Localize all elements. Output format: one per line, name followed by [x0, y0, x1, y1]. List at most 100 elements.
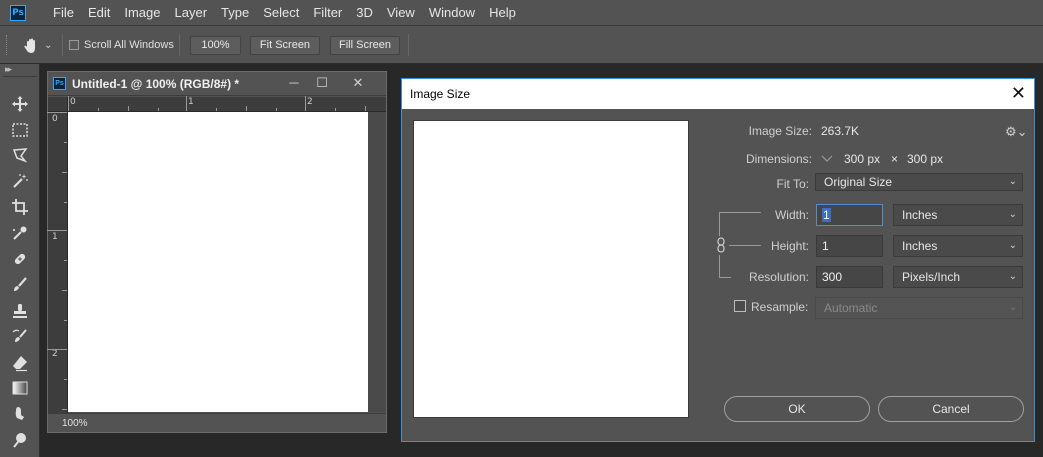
- ruler-origin[interactable]: [48, 97, 68, 112]
- resolution-value: 300: [822, 270, 843, 284]
- resample-checkbox[interactable]: [734, 300, 746, 312]
- ruler-tick: [47, 230, 67, 231]
- move-tool-icon[interactable]: [9, 93, 31, 115]
- canvas-area[interactable]: [68, 112, 386, 412]
- image-size-value: 263.7K: [821, 124, 860, 138]
- tools-panel: ▸▸: [0, 64, 40, 457]
- height-input[interactable]: 1: [816, 235, 883, 257]
- ruler-tick: [276, 108, 277, 111]
- vertical-ruler[interactable]: 0 1 2: [47, 112, 68, 418]
- ruler-tick: [64, 142, 67, 143]
- crop-tool-icon[interactable]: [9, 196, 31, 218]
- ok-button[interactable]: OK: [724, 396, 870, 422]
- resolution-unit-select[interactable]: Pixels/Inch ⌄: [893, 266, 1023, 288]
- close-icon[interactable]: ✕: [1011, 83, 1026, 103]
- document-status-bar: 100%: [48, 413, 386, 432]
- menu-3d[interactable]: 3D: [349, 0, 380, 26]
- menu-filter[interactable]: Filter: [306, 0, 349, 26]
- resolution-input[interactable]: 300: [816, 266, 883, 288]
- smudge-tool-icon[interactable]: [9, 403, 31, 425]
- gradient-tool-icon[interactable]: [9, 377, 31, 399]
- chevron-down-icon: ⌄: [1008, 209, 1017, 220]
- resolution-label: Resolution:: [748, 270, 809, 284]
- resample-method-value: Automatic: [824, 301, 878, 315]
- dimensions-chevron-down-icon[interactable]: [821, 154, 833, 164]
- menu-image[interactable]: Image: [117, 0, 167, 26]
- resample-method-select: Automatic ⌄: [815, 297, 1023, 319]
- horizontal-ruler[interactable]: 0 1 2: [68, 96, 386, 112]
- chevron-down-icon: ⌄: [1008, 176, 1017, 187]
- menu-type[interactable]: Type: [214, 0, 256, 26]
- document-canvas[interactable]: [68, 112, 368, 412]
- width-input[interactable]: 1: [816, 204, 883, 226]
- panel-collapse-icon[interactable]: ▸▸: [5, 64, 12, 75]
- fill-screen-button[interactable]: Fill Screen: [330, 36, 400, 55]
- fit-screen-button[interactable]: Fit Screen: [250, 36, 320, 55]
- cancel-button[interactable]: Cancel: [878, 396, 1024, 422]
- dialog-title-bar[interactable]: Image Size ✕: [402, 79, 1034, 109]
- menu-select[interactable]: Select: [256, 0, 306, 26]
- dimensions-multiply: ×: [891, 152, 899, 166]
- menu-file[interactable]: File: [46, 0, 81, 26]
- scroll-all-windows-checkbox[interactable]: [69, 40, 79, 50]
- dialog-title: Image Size: [410, 87, 471, 101]
- minimize-icon[interactable]: ─: [280, 72, 308, 94]
- healing-brush-tool-icon[interactable]: [9, 248, 31, 270]
- ruler-tick: [98, 108, 99, 111]
- height-unit-select[interactable]: Inches ⌄: [893, 235, 1023, 257]
- close-icon[interactable]: ✕: [344, 72, 372, 94]
- ruler-tick: [365, 106, 366, 111]
- maximize-icon[interactable]: ☐: [308, 72, 336, 94]
- document-window: Ps Untitled-1 @ 100% (RGB/8#) * ─ ☐ ✕ 0 …: [47, 71, 387, 433]
- image-preview[interactable]: [413, 120, 689, 418]
- document-title-bar[interactable]: Ps Untitled-1 @ 100% (RGB/8#) * ─ ☐ ✕: [48, 72, 386, 96]
- options-bar-grip[interactable]: [6, 35, 9, 55]
- eraser-tool-icon[interactable]: [9, 352, 31, 374]
- tool-preset-chevron-down-icon[interactable]: ⌄: [44, 40, 52, 51]
- menu-bar: Ps File Edit Image Layer Type Select Fil…: [0, 0, 1043, 26]
- options-bar: ⌄ Scroll All Windows 100% Fit Screen Fil…: [0, 26, 1043, 64]
- dimensions-width: 300 px: [844, 152, 881, 166]
- hand-tool-icon[interactable]: [22, 36, 42, 56]
- scroll-all-windows-label: Scroll All Windows: [84, 39, 174, 51]
- image-size-label: Image Size:: [748, 124, 812, 138]
- zoom-100-button[interactable]: 100%: [190, 36, 241, 55]
- clone-stamp-tool-icon[interactable]: [9, 300, 31, 322]
- gear-icon[interactable]: ⚙⌄: [1005, 124, 1028, 139]
- photoshop-document-icon: Ps: [53, 77, 66, 90]
- width-unit-value: Inches: [902, 208, 938, 222]
- ruler-tick: [62, 172, 67, 173]
- ruler-tick: [47, 112, 67, 113]
- eyedropper-tool-icon[interactable]: [9, 222, 31, 244]
- menu-help[interactable]: Help: [482, 0, 523, 26]
- marquee-tool-icon[interactable]: [9, 119, 31, 141]
- menu-view[interactable]: View: [380, 0, 422, 26]
- height-label: Height:: [770, 239, 809, 253]
- brush-tool-icon[interactable]: [9, 274, 31, 296]
- ruler-v-label: 1: [52, 232, 58, 242]
- ruler-tick: [68, 96, 69, 111]
- magic-wand-tool-icon[interactable]: [9, 170, 31, 192]
- ruler-v-label: 2: [52, 349, 58, 359]
- chain-link-icon[interactable]: [716, 237, 726, 253]
- image-size-dialog: Image Size ✕ Image Size: 263.7K ⚙⌄ Dimen…: [401, 78, 1035, 442]
- zoom-level[interactable]: 100%: [62, 418, 88, 429]
- height-value: 1: [822, 239, 829, 253]
- menu-layer[interactable]: Layer: [168, 0, 215, 26]
- document-title: Untitled-1 @ 100% (RGB/8#) *: [72, 77, 240, 91]
- dimensions-height: 300 px: [907, 152, 944, 166]
- chevron-down-icon: ⌄: [1008, 271, 1017, 282]
- dimensions-label: Dimensions:: [745, 152, 812, 166]
- menu-window[interactable]: Window: [422, 0, 482, 26]
- width-unit-select[interactable]: Inches ⌄: [893, 204, 1023, 226]
- ruler-h-label: 2: [307, 97, 313, 107]
- options-separator: [179, 34, 180, 56]
- lasso-tool-icon[interactable]: [9, 144, 31, 166]
- fit-to-select[interactable]: Original Size ⌄: [815, 173, 1023, 191]
- history-brush-tool-icon[interactable]: [9, 326, 31, 348]
- menu-edit[interactable]: Edit: [81, 0, 117, 26]
- ruler-tick: [335, 108, 336, 111]
- options-separator: [408, 34, 409, 56]
- fit-to-value: Original Size: [824, 175, 893, 189]
- dodge-tool-icon[interactable]: [9, 429, 31, 451]
